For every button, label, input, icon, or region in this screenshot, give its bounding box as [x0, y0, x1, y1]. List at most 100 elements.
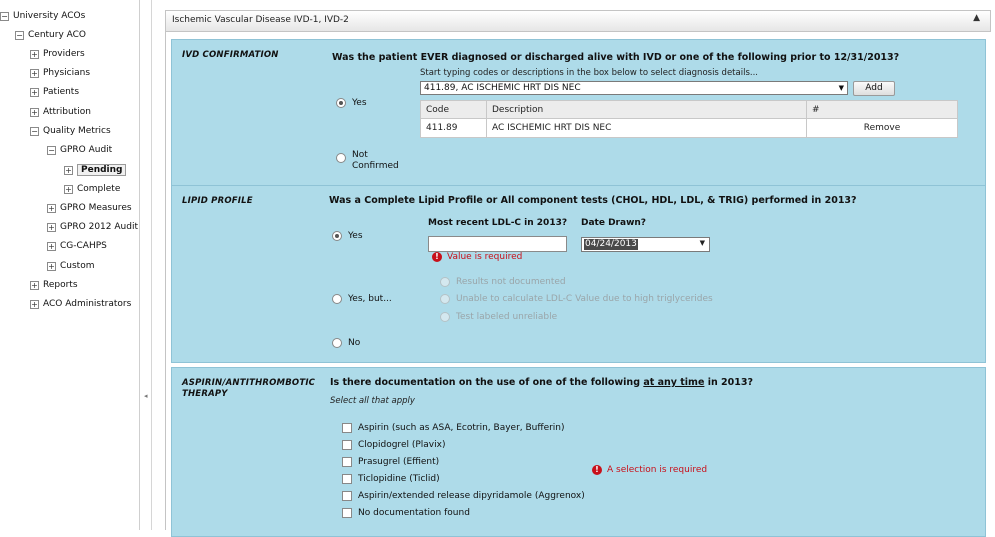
sub-option-radio[interactable]: Unable to calculate LDL-C Value due to h… — [440, 294, 713, 304]
ivd-yes-radio[interactable]: Yes — [336, 98, 367, 108]
tree-item-complete[interactable]: + Complete — [64, 181, 120, 197]
error-text: Value is required — [447, 252, 523, 262]
no-documentation-checkbox[interactable]: No documentation found — [342, 508, 470, 518]
column-header-code: Code — [420, 100, 487, 119]
date-drawn-value: 04/24/2013 — [584, 239, 638, 250]
tree-item-patients[interactable]: + Patients — [30, 84, 79, 100]
radio-unselected-icon[interactable] — [332, 294, 342, 304]
radio-label-line1: Not — [352, 150, 368, 160]
tree-item-providers[interactable]: + Providers — [30, 46, 85, 62]
tree-item-university-acos[interactable]: − University ACOs — [0, 8, 85, 24]
tree-item-gpro-audit[interactable]: − GPRO Audit — [47, 142, 112, 158]
expand-icon[interactable]: + — [30, 280, 39, 290]
expand-icon[interactable]: + — [30, 87, 39, 97]
column-header-description: Description — [486, 100, 807, 119]
panel-header[interactable]: Ischemic Vascular Disease IVD-1, IVD-2 ▲ — [165, 10, 991, 32]
expand-icon[interactable]: + — [47, 261, 56, 271]
expand-icon[interactable]: + — [64, 165, 73, 175]
tree-item-custom[interactable]: + Custom — [47, 258, 94, 274]
collapse-arrow-icon[interactable]: ◂ — [144, 392, 148, 400]
tree-item-label: GPRO Audit — [60, 145, 113, 155]
tree-item-quality-metrics[interactable]: − Quality Metrics — [30, 123, 111, 139]
tree-item-gpro-2012-audit[interactable]: + GPRO 2012 Audit — [47, 219, 138, 235]
table-row: 411.89 AC ISCHEMIC HRT DIS NEC Remove — [420, 118, 958, 138]
tree-item-label: Providers — [43, 49, 85, 59]
add-button[interactable]: Add — [853, 81, 895, 96]
tree-item-reports[interactable]: + Reports — [30, 277, 78, 293]
radio-label: Yes — [352, 98, 367, 108]
navigation-tree: − University ACOs − Century ACO + Providers… — [0, 0, 140, 530]
expand-icon[interactable]: + — [47, 241, 56, 251]
pane-splitter[interactable]: ◂ — [140, 0, 152, 530]
section-title-line1: ASPIRIN/ANTITHROMBOTIC — [182, 378, 316, 388]
radio-disabled-icon[interactable] — [440, 312, 450, 322]
diagnosis-table: Code Description # 411.89 AC ISCHEMIC HR… — [420, 100, 958, 138]
tree-item-gpro-measures[interactable]: + GPRO Measures — [47, 200, 132, 216]
lipid-yes-but-radio[interactable]: Yes, but... — [332, 294, 392, 304]
checkbox-icon[interactable] — [342, 474, 352, 484]
expand-icon[interactable]: + — [30, 68, 39, 78]
aggrenox-checkbox[interactable]: Aspirin/extended release dipyridamole (A… — [342, 491, 585, 501]
expand-icon[interactable]: + — [47, 203, 56, 213]
lipid-no-radio[interactable]: No — [332, 338, 360, 348]
question-emphasis: at any time — [643, 377, 705, 388]
dropdown-arrow-icon[interactable]: ▼ — [700, 239, 705, 247]
diagnosis-select[interactable]: 411.89, AC ISCHEMIC HRT DIS NEC ▼ — [420, 81, 848, 95]
checkbox-icon[interactable] — [342, 508, 352, 518]
collapse-icon[interactable]: − — [47, 145, 56, 155]
collapse-icon[interactable]: − — [30, 126, 39, 136]
panel-body: IVD CONFIRMATION Was the patient EVER di… — [165, 32, 991, 537]
radio-label: Test labeled unreliable — [456, 312, 558, 322]
ivd-hint: Start typing codes or descriptions in th… — [420, 68, 758, 78]
checkbox-icon[interactable] — [342, 491, 352, 501]
tree-item-label: Attribution — [43, 107, 91, 117]
checkbox-label: Clopidogrel (Plavix) — [358, 440, 446, 450]
expand-icon[interactable]: + — [64, 184, 73, 194]
radio-selected-icon[interactable] — [332, 231, 342, 241]
tree-item-aco-administrators[interactable]: + ACO Administrators — [30, 296, 131, 312]
sub-option-radio[interactable]: Test labeled unreliable — [440, 312, 557, 322]
ivd-not-confirmed-radio[interactable]: Not Confirmed — [336, 150, 399, 172]
tree-item-label: University ACOs — [13, 11, 86, 21]
collapse-icon[interactable]: − — [15, 30, 24, 40]
checkbox-icon[interactable] — [342, 457, 352, 467]
aspirin-checkbox[interactable]: Aspirin (such as ASA, Ecotrin, Bayer, Bu… — [342, 423, 565, 433]
radio-disabled-icon[interactable] — [440, 294, 450, 304]
checkbox-icon[interactable] — [342, 423, 352, 433]
radio-unselected-icon[interactable] — [336, 153, 346, 163]
main-content: Ischemic Vascular Disease IVD-1, IVD-2 ▲… — [153, 0, 995, 537]
tree-item-cg-cahps[interactable]: + CG-CAHPS — [47, 238, 107, 254]
tree-item-physicians[interactable]: + Physicians — [30, 65, 90, 81]
collapse-icon[interactable]: ▲ — [973, 13, 980, 23]
lipid-yes-radio[interactable]: Yes — [332, 231, 363, 241]
question-text: in 2013? — [707, 377, 753, 388]
collapse-icon[interactable]: − — [0, 11, 9, 21]
checkbox-icon[interactable] — [342, 440, 352, 450]
tree-item-century-aco[interactable]: − Century ACO — [15, 27, 86, 43]
tree-item-label: Complete — [77, 184, 121, 194]
diagnosis-select-value: 411.89, AC ISCHEMIC HRT DIS NEC — [424, 83, 581, 93]
tree-item-pending[interactable]: + Pending — [64, 162, 127, 178]
radio-unselected-icon[interactable] — [332, 338, 342, 348]
expand-icon[interactable]: + — [30, 107, 39, 117]
expand-icon[interactable]: + — [30, 49, 39, 59]
expand-icon[interactable]: + — [47, 222, 56, 232]
ldl-value-input[interactable] — [428, 236, 567, 252]
tree-item-label: Quality Metrics — [43, 126, 111, 136]
sub-option-radio[interactable]: Results not documented — [440, 277, 566, 287]
checkbox-label: Aspirin/extended release dipyridamole (A… — [358, 491, 585, 501]
checkbox-label: Ticlopidine (Ticlid) — [358, 474, 440, 484]
ticlopidine-checkbox[interactable]: Ticlopidine (Ticlid) — [342, 474, 440, 484]
tree-item-label-selected: Pending — [77, 164, 127, 176]
expand-icon[interactable]: + — [30, 299, 39, 309]
tree-item-attribution[interactable]: + Attribution — [30, 104, 91, 120]
prasugrel-checkbox[interactable]: Prasugrel (Effient) — [342, 457, 439, 467]
date-drawn-label: Date Drawn? — [581, 218, 647, 228]
radio-selected-icon[interactable] — [336, 98, 346, 108]
date-drawn-select[interactable]: 04/24/2013 ▼ — [581, 237, 710, 252]
dropdown-arrow-icon[interactable]: ▼ — [839, 82, 844, 94]
clopidogrel-checkbox[interactable]: Clopidogrel (Plavix) — [342, 440, 445, 450]
radio-disabled-icon[interactable] — [440, 277, 450, 287]
tree-item-label: Custom — [60, 261, 95, 271]
remove-link[interactable]: Remove — [806, 118, 958, 138]
